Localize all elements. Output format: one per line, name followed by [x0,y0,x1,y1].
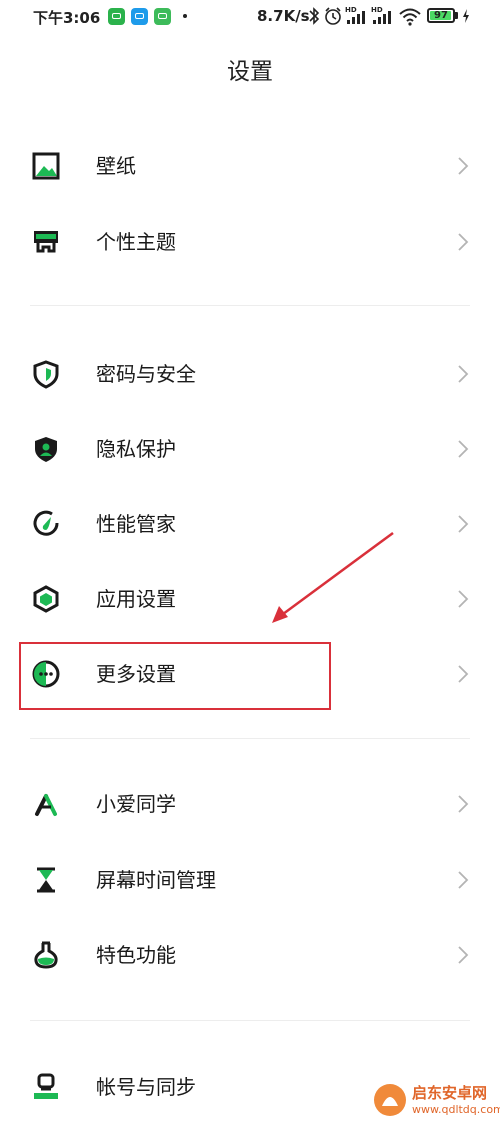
highlight-box [19,642,331,710]
signal-hd-icon: HD [345,6,365,24]
section-divider [30,305,470,306]
xiaoai-icon [35,794,57,816]
watermark-name: 启东安卓网 [412,1084,488,1102]
settings-item-label: 密码与安全 [96,362,196,386]
chevron-right-icon [458,157,469,175]
chevron-right-icon [458,590,469,608]
chevron-right-icon [458,440,469,458]
watermark-logo-icon [374,1084,406,1116]
settings-item-performance[interactable]: 性能管家 [0,489,500,559]
settings-item-label: 小爱同学 [96,792,176,816]
settings-item-label: 壁纸 [96,154,136,178]
watermark: 启东安卓网 www.qdltdq.com [372,1080,500,1124]
battery-level: 97 [434,10,448,21]
settings-item-label: 特色功能 [96,943,176,967]
settings-item-label: 隐私保护 [96,437,176,461]
settings-item-theme[interactable]: 个性主题 [0,207,500,277]
settings-item-label: 应用设置 [96,587,176,611]
wallpaper-icon [32,152,60,180]
flask-icon [34,941,58,969]
status-bar: 下午3:06 8.7K/s HD HD 97 [0,0,500,34]
chevron-right-icon [458,515,469,533]
chevron-right-icon [458,365,469,383]
wechat-icon [108,8,125,25]
message-icon [131,8,148,25]
status-time: 下午3:06 [33,9,101,27]
svg-text:HD: HD [345,6,357,14]
svg-text:HD: HD [371,6,383,14]
settings-item-features[interactable]: 特色功能 [0,920,500,990]
alarm-icon [325,7,341,25]
charging-icon [463,9,469,23]
theme-icon [34,231,58,253]
account-icon [34,1073,58,1099]
battery-icon: 97 [427,8,455,23]
hourglass-icon [37,867,55,893]
chevron-right-icon [458,795,469,813]
settings-item-app-settings[interactable]: 应用设置 [0,564,500,634]
wifi-icon [399,8,421,26]
settings-item-screen-time[interactable]: 屏幕时间管理 [0,845,500,915]
settings-item-wallpaper[interactable]: 壁纸 [0,131,500,201]
performance-icon [33,510,59,536]
settings-item-password-security[interactable]: 密码与安全 [0,339,500,409]
section-divider [30,1020,470,1021]
app-icon [154,8,171,25]
network-speed: 8.7K/s [257,7,310,25]
chevron-right-icon [458,665,469,683]
settings-item-privacy[interactable]: 隐私保护 [0,414,500,484]
signal-hd-icon: HD [371,6,391,24]
settings-item-label: 个性主题 [96,230,176,254]
shield-icon [33,360,59,389]
settings-item-label: 性能管家 [96,512,176,536]
chevron-right-icon [458,233,469,251]
page-title: 设置 [227,59,273,85]
privacy-icon [35,437,57,462]
settings-item-label: 帐号与同步 [96,1075,196,1099]
settings-item-label: 屏幕时间管理 [96,868,216,892]
bluetooth-icon [309,7,320,25]
watermark-url: www.qdltdq.com [412,1103,500,1116]
chevron-right-icon [458,946,469,964]
chevron-right-icon [458,871,469,889]
settings-item-xiaoai[interactable]: 小爱同学 [0,769,500,839]
hexagon-icon [33,585,59,613]
more-notifications-icon [183,14,187,18]
section-divider [30,738,470,739]
settings-screen: 下午3:06 8.7K/s HD HD 97 设置 壁纸 个性主题 密码与安全 … [0,0,500,1124]
